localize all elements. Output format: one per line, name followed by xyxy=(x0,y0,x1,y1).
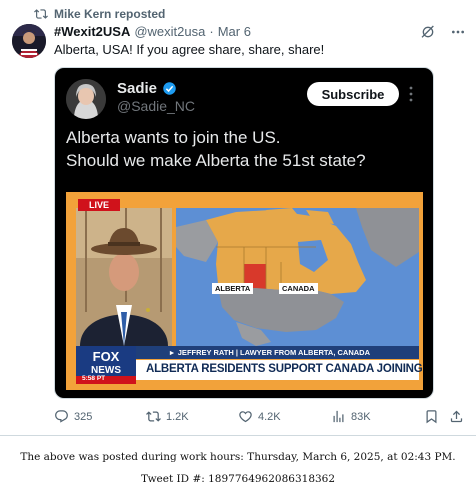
embedded-text-line-1: Alberta wants to join the US. xyxy=(66,128,281,147)
post-header: #Wexit2USA @wexit2usa · Mar 6 xyxy=(54,24,251,39)
views-icon xyxy=(333,410,344,423)
views-button[interactable]: 83K xyxy=(331,409,371,424)
news-screenshot: FOX NEWS LIVE ALBERTA CANADA ▸ JEFFREY R… xyxy=(66,192,423,390)
author-handle[interactable]: @wexit2usa xyxy=(134,24,205,39)
like-count: 4.2K xyxy=(258,410,281,423)
map-label-canada: CANADA xyxy=(279,283,318,294)
post-header-actions xyxy=(420,24,466,40)
repost-count: 1.2K xyxy=(166,410,189,423)
more-icon[interactable] xyxy=(450,24,466,40)
subscribe-button: Subscribe xyxy=(307,82,399,106)
caption: The above was posted during work hours: … xyxy=(0,446,476,490)
embedded-author-name: Sadie xyxy=(117,80,158,97)
post-text: Alberta, USA! If you agree share, share,… xyxy=(54,42,325,57)
map-label-alberta: ALBERTA xyxy=(212,283,254,294)
repost-text: Mike Kern reposted xyxy=(54,7,166,21)
reply-button[interactable]: 325 xyxy=(54,409,92,424)
embedded-author-avatar xyxy=(66,79,106,119)
bookmark-button[interactable] xyxy=(424,409,439,424)
live-tag: LIVE xyxy=(78,199,120,211)
embedded-more-icon xyxy=(409,86,413,102)
chyron-arrow-icon: ▸ xyxy=(170,347,174,357)
post-actions: 325 1.2K 4.2K 83K xyxy=(54,409,464,429)
like-button[interactable]: 4.2K xyxy=(238,409,281,424)
repost-icon xyxy=(34,9,48,19)
repost-indicator[interactable]: Mike Kern reposted xyxy=(34,6,165,22)
verified-badge-icon xyxy=(163,82,176,95)
embedded-author-handle: @Sadie_NC xyxy=(117,98,196,114)
caption-line-2: Tweet ID #: 1897764962086318362 xyxy=(140,473,336,485)
views-count: 83K xyxy=(351,410,371,423)
share-button[interactable] xyxy=(449,409,464,424)
grok-icon[interactable] xyxy=(420,24,436,40)
post-card[interactable]: Mike Kern reposted #Wexit2USA @wexit2usa… xyxy=(0,0,476,436)
reply-icon xyxy=(55,410,68,423)
chyron-subtitle: ▸ JEFFREY RATH | LAWYER FROM ALBERTA, CA… xyxy=(170,347,370,357)
like-icon xyxy=(239,411,252,423)
embedded-post-text: Alberta wants to join the US. Should we … xyxy=(66,126,426,172)
repost-action-icon xyxy=(146,411,161,422)
author-name[interactable]: #Wexit2USA xyxy=(54,24,130,39)
caption-line-1: The above was posted during work hours: … xyxy=(20,451,456,463)
reply-count: 325 xyxy=(74,410,93,423)
chyron-subtitle-text: JEFFREY RATH | LAWYER FROM ALBERTA, CANA… xyxy=(177,347,371,357)
bookmark-icon xyxy=(426,410,437,424)
separator-dot: · xyxy=(209,24,214,39)
post-date[interactable]: Mar 6 xyxy=(218,24,251,39)
chyron-headline: ALBERTA RESIDENTS SUPPORT CANADA JOINING… xyxy=(146,363,423,375)
embedded-author-name-row: Sadie xyxy=(117,80,177,97)
embedded-text-line-2: Should we make Alberta the 51st state? xyxy=(66,151,366,170)
fox-logo-line-1: FOX xyxy=(93,349,120,364)
share-icon xyxy=(450,410,463,423)
embedded-post-image[interactable]: Sadie @Sadie_NC Subscribe Alberta wants … xyxy=(54,67,434,399)
author-avatar[interactable] xyxy=(12,24,46,58)
repost-button[interactable]: 1.2K xyxy=(146,409,189,424)
broadcast-clock: 5:58 PT xyxy=(82,375,106,382)
